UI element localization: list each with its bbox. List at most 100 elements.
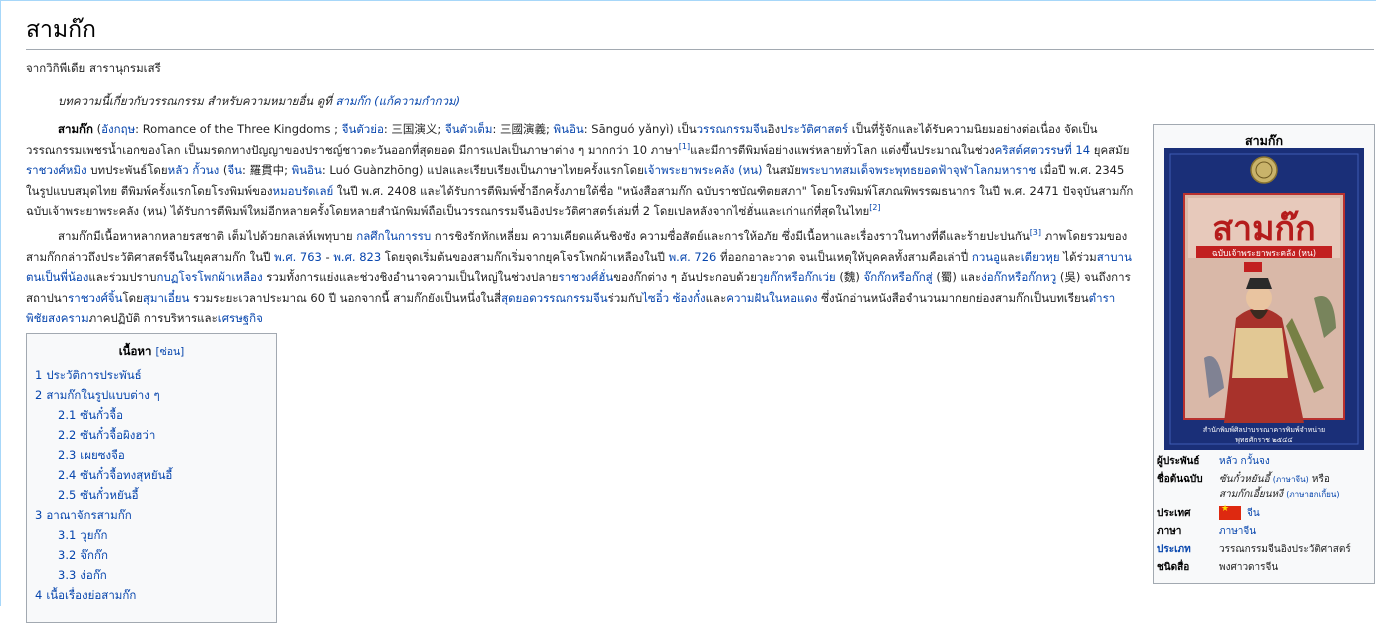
link-wu[interactable]: ง่อก๊กหรือก๊กหวู xyxy=(981,270,1056,284)
toc-item-link[interactable]: วุยก๊ก xyxy=(80,528,107,542)
link-simplified-chinese[interactable]: จีนตัวย่อ xyxy=(342,122,384,136)
toc-item-link[interactable]: ง่อก๊ก xyxy=(80,568,106,582)
infobox-label: ชื่อต้นฉบับ xyxy=(1157,474,1203,485)
toc-item-link[interactable]: สามก๊กในรูปแบบต่าง ๆ xyxy=(46,388,159,402)
infobox-rows: ผู้ประพันธ์ หลัว กวั้นจง ชื่อต้นฉบับ ซัน… xyxy=(1157,454,1373,578)
toc-item[interactable]: 3.1 วุยก๊ก xyxy=(35,525,268,545)
genre-value: วรรณกรรมจีนอิงประวัติศาสตร์ xyxy=(1219,544,1351,555)
link-pinyin[interactable]: พินอิน xyxy=(554,122,584,136)
text: และมีการตีพิมพ์อย่างแพร่หลายทั่วโลก แต่ง… xyxy=(690,142,995,157)
ref-3[interactable]: [3] xyxy=(1030,228,1041,237)
lang-chinese-link[interactable]: (ภาษาจีน) xyxy=(1273,475,1309,484)
text: ที่ออกอาละวาด จนเป็นเหตุให้บุคคลทั้งสามค… xyxy=(716,249,972,264)
intro-paragraph-1: สามก๊ก (อังกฤษ: Romance of the Three Kin… xyxy=(26,119,1136,222)
link-economics[interactable]: เศรษฐกิจ xyxy=(218,311,263,325)
link-traditional-chinese[interactable]: จีนตัวเต็ม xyxy=(445,122,493,136)
link-chao-phraya-phra-khlang[interactable]: เจ้าพระยาพระคลัง (หน) xyxy=(644,163,763,177)
link-han-dynasty[interactable]: ราชวงศ์ฮั่น xyxy=(559,270,614,284)
toc-item-link[interactable]: ประวัติการประพันธ์ xyxy=(46,368,141,382)
link-literature[interactable]: วรรณกรรม xyxy=(697,122,753,136)
toc-item-number: 3.1 xyxy=(58,528,77,542)
toc-item[interactable]: 3.2 จ๊กก๊ก xyxy=(35,545,268,565)
bold-term: สามก๊ก xyxy=(58,122,93,136)
toc-item[interactable]: 2.5 ซันกั๋วหยันอี้ xyxy=(35,485,268,505)
text: (魏) xyxy=(835,270,864,284)
toc-item[interactable]: 2 สามก๊กในรูปแบบต่าง ๆ xyxy=(35,385,268,405)
genre-label-link[interactable]: ประเภท xyxy=(1157,544,1191,555)
link-yellow-turban[interactable]: กบฏโจรโพกผ้าเหลือง xyxy=(156,270,262,284)
toc-item-number: 2.5 xyxy=(58,488,77,502)
toc-item[interactable]: 4 เนื้อเรื่องย่อสามก๊ก xyxy=(35,585,268,605)
link-king-rama-1[interactable]: พระบาทสมเด็จพระพุทธยอดฟ้าจุฬาโลกมหาราช xyxy=(801,163,1036,177)
link-be-726[interactable]: พ.ศ. 726 xyxy=(669,250,717,264)
link-century[interactable]: คริสต์ศตวรรษที่ 14 xyxy=(995,143,1090,157)
link-sima-yan[interactable]: สุมาเอี๋ยน xyxy=(143,291,190,305)
link-chinese[interactable]: จีน xyxy=(227,163,242,177)
link-water-margin[interactable]: ซ้องกั๋ง xyxy=(673,291,706,305)
ref-2[interactable]: [2] xyxy=(869,203,880,212)
link-be-823[interactable]: พ.ศ. 823 xyxy=(333,250,381,264)
link-jin-dynasty[interactable]: ราชวงศ์จิ้น xyxy=(68,291,122,305)
link-english[interactable]: อังกฤษ xyxy=(101,122,135,136)
infobox-value: ซันกั๋วหยันอี้ (ภาษาจีน) หรือ สามก๊กเอี้… xyxy=(1219,472,1373,502)
toc-hide-link[interactable]: [ซ่อน] xyxy=(155,346,184,358)
content-area: สามก๊ก จากวิกิพีเดีย สารานุกรมเสรี บทควา… xyxy=(26,1,1375,623)
infobox-label: ประเทศ xyxy=(1157,508,1191,519)
toc-item-link[interactable]: ซันกั๋วจื้อผิงฮว่า xyxy=(80,428,155,442)
link-bradley[interactable]: หมอบรัดเลย์ xyxy=(273,184,334,198)
text: อิง xyxy=(767,122,781,136)
toc-item[interactable]: 1 ประวัติการประพันธ์ xyxy=(35,365,268,385)
link-ming[interactable]: ราชวงศ์หมิง xyxy=(26,163,87,177)
toc-item-link[interactable]: เนื้อเรื่องย่อสามก๊ก xyxy=(46,588,136,602)
book-cover-illustration: สามก๊ก ฉบับเจ้าพระยาพระคลัง (หน) สำนักพิ… xyxy=(1164,148,1364,450)
text: ของก๊กต่าง ๆ อันประกอบด้วย xyxy=(613,270,757,284)
toc-item-number: 2.4 xyxy=(58,468,77,482)
infobox: สามก๊ก สามก๊ก ฉบับเจ้าพระยาพระคลัง (หน) xyxy=(1153,124,1375,584)
link-zhang-fei[interactable]: เตียวหุย xyxy=(1021,250,1060,264)
link-tactics[interactable]: กลศึกในการรบ xyxy=(356,229,431,243)
toc-item[interactable]: 3.3 ง่อก๊ก xyxy=(35,565,268,585)
toc-item[interactable]: 2.3 เผยซงจือ xyxy=(35,445,268,465)
link-shu[interactable]: จ๊กก๊กหรือก๊กสู่ xyxy=(863,270,932,284)
toc-item-link[interactable]: ซันกั๋วจื้อทงสุหยันอี้ xyxy=(80,468,172,482)
link-journey-west[interactable]: ไซอิ๋ว xyxy=(642,291,669,305)
link-china[interactable]: จีน xyxy=(753,122,768,136)
toc-item-number: 4 xyxy=(35,588,43,602)
toc-item-link[interactable]: เผยซงจือ xyxy=(80,448,124,462)
link-pinyin-2[interactable]: พินอิน xyxy=(292,163,322,177)
toc-item-link[interactable]: อาณาจักรสามก๊ก xyxy=(46,508,131,522)
book-cover-image[interactable]: สามก๊ก ฉบับเจ้าพระยาพระคลัง (หน) สำนักพิ… xyxy=(1164,148,1364,450)
toc-item[interactable]: 3 อาณาจักรสามก๊ก xyxy=(35,505,268,525)
country-link[interactable]: จีน xyxy=(1247,508,1260,519)
toc-title: เนื้อหา xyxy=(118,344,152,358)
infobox-row-genre: ประเภท วรรณกรรมจีนอิงประวัติศาสตร์ xyxy=(1157,542,1373,557)
text: ซึ่งนักอ่านหนังสือจำนวนมากยกย่องสามก๊กเป… xyxy=(817,290,1089,305)
link-be-763[interactable]: พ.ศ. 763 xyxy=(274,250,322,264)
link-four-classics[interactable]: สุดยอดวรรณกรรมจีน xyxy=(501,291,608,305)
hatnote-disambig-link[interactable]: สามก๊ก (แก้ความกำกวม) xyxy=(336,94,461,108)
lang-hokkien-link[interactable]: (ภาษาฮกเกี้ยน) xyxy=(1286,490,1339,499)
toc-item-link[interactable]: จ๊กก๊ก xyxy=(80,548,108,562)
toc-toggle: [ซ่อน] xyxy=(155,346,184,358)
toc-header: เนื้อหา [ซ่อน] xyxy=(35,343,268,361)
toc-item[interactable]: 2.1 ซันกั๋วจื้อ xyxy=(35,405,268,425)
toc-item-link[interactable]: ซันกั๋วหยันอี้ xyxy=(80,488,138,502)
toc-item-number: 2.2 xyxy=(58,428,77,442)
link-red-chamber[interactable]: ความฝันในหอแดง xyxy=(726,291,817,305)
link-wei[interactable]: วุยก๊กหรือก๊กเว่ย xyxy=(757,270,836,284)
toc-item[interactable]: 2.2 ซันกั๋วจื้อผิงฮว่า xyxy=(35,425,268,445)
infobox-label: ภาษา xyxy=(1157,526,1182,537)
author-link[interactable]: หลัว กวั้นจง xyxy=(1219,456,1270,467)
china-flag-icon xyxy=(1219,504,1241,520)
text: ในสมัย xyxy=(762,163,801,177)
toc-item-number: 3.3 xyxy=(58,568,77,582)
ref-1[interactable]: [1] xyxy=(679,142,690,151)
toc-item[interactable]: 2.4 ซันกั๋วจื้อทงสุหยันอี้ xyxy=(35,465,268,485)
intro-paragraph-2: สามก๊กมีเนื้อหาหลากหลายรสชาติ เต็มไปด้วย… xyxy=(26,226,1136,329)
link-history[interactable]: ประวัติศาสตร์ xyxy=(780,122,848,136)
toc-item-link[interactable]: ซันกั๋วจื้อ xyxy=(80,408,123,422)
toc-item-number: 2.1 xyxy=(58,408,77,422)
link-guan-yu[interactable]: กวนอู xyxy=(972,250,1000,264)
link-luo-guanzhong[interactable]: หลัว กั้วนง xyxy=(168,163,220,177)
language-link[interactable]: ภาษาจีน xyxy=(1219,526,1256,537)
